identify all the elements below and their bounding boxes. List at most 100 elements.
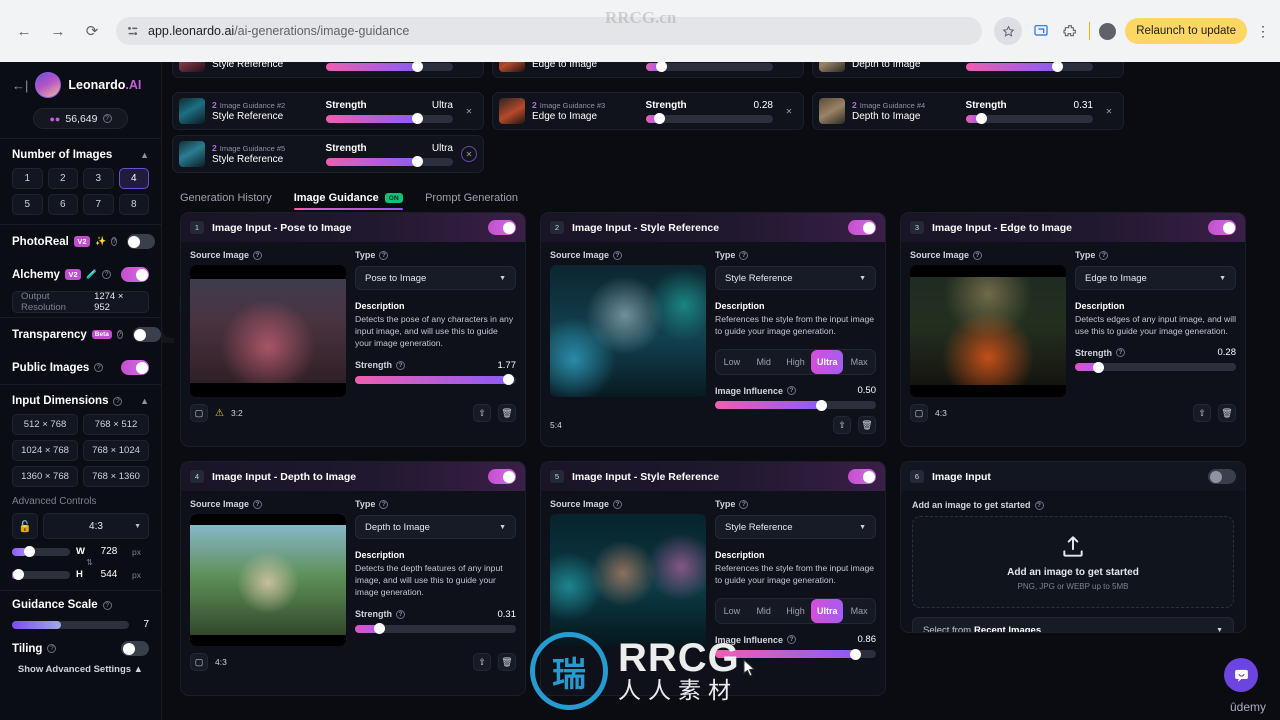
- help-circle-icon[interactable]: ?: [396, 360, 405, 370]
- upload-icon[interactable]: ⇧: [1193, 404, 1211, 422]
- avatar[interactable]: [1099, 22, 1117, 40]
- segment-ultra[interactable]: Ultra: [811, 599, 844, 624]
- card-enable-toggle[interactable]: [848, 469, 876, 484]
- reload-icon[interactable]: ⟳: [78, 17, 106, 45]
- help-circle-icon[interactable]: ?: [787, 386, 797, 396]
- upload-dropzone[interactable]: Add an image to get started PNG, JPG or …: [912, 516, 1234, 608]
- dim-preset-768x1360[interactable]: 768 × 1360: [83, 466, 149, 487]
- alchemy-toggle[interactable]: [121, 267, 149, 282]
- photoreal-toggle[interactable]: [126, 234, 155, 249]
- help-circle-icon[interactable]: ?: [1099, 250, 1109, 260]
- help-circle-icon[interactable]: ?: [102, 114, 112, 123]
- type-select[interactable]: Pose to Image ▼: [355, 266, 516, 290]
- address-bar[interactable]: app.leonardo.ai/ai-generations/image-gui…: [116, 17, 983, 45]
- number-of-images-header[interactable]: Number of Images ▲: [12, 139, 149, 168]
- tab-prompt-generation[interactable]: Prompt Generation: [425, 192, 518, 210]
- segment-mid[interactable]: Mid: [748, 599, 780, 623]
- close-icon[interactable]: ✕: [781, 103, 797, 119]
- close-icon[interactable]: ✕: [1101, 103, 1117, 119]
- relaunch-to-update-button[interactable]: Relaunch to update: [1125, 18, 1247, 44]
- width-slider[interactable]: [12, 546, 70, 557]
- height-value[interactable]: 544: [92, 569, 126, 580]
- source-image-thumbnail[interactable]: [550, 514, 706, 646]
- help-circle-icon[interactable]: ?: [253, 250, 263, 260]
- back-arrow-icon[interactable]: ←: [10, 17, 38, 45]
- help-circle-icon[interactable]: ?: [116, 330, 123, 339]
- width-value[interactable]: 728: [92, 546, 126, 557]
- tab-generation-history[interactable]: Generation History: [180, 192, 272, 210]
- num-images-8[interactable]: 8: [118, 194, 149, 215]
- guidance-chip-5[interactable]: 2 Image Guidance #5 Style Reference Stren…: [172, 135, 484, 173]
- chevron-up-icon[interactable]: ▲: [140, 150, 149, 160]
- credits-chip[interactable]: ●● 56,649 ?: [33, 108, 128, 129]
- strength-slider[interactable]: [1075, 361, 1236, 373]
- num-images-7[interactable]: 7: [83, 194, 114, 215]
- swap-dimensions-icon[interactable]: ⇅: [30, 558, 149, 567]
- image-influence-slider[interactable]: [715, 399, 876, 411]
- guidance-chip-4[interactable]: 2 Image Guidance #4 Depth to Image Streng…: [812, 92, 1124, 130]
- help-circle-icon[interactable]: ?: [973, 250, 983, 260]
- show-advanced-settings-button[interactable]: Show Advanced Settings ▲: [12, 656, 149, 675]
- strength-slider[interactable]: [645, 113, 773, 124]
- tiling-toggle[interactable]: [121, 641, 149, 656]
- help-circle-icon[interactable]: ?: [379, 499, 389, 509]
- num-images-4[interactable]: 4: [118, 168, 149, 189]
- cast-icon[interactable]: [1031, 21, 1051, 41]
- strength-slider[interactable]: [355, 623, 516, 635]
- tab-image-guidance[interactable]: Image Guidance ON: [293, 192, 404, 210]
- help-circle-icon[interactable]: ?: [379, 250, 389, 260]
- trash-icon[interactable]: 🗑: [498, 653, 516, 671]
- segment-max[interactable]: Max: [843, 350, 875, 374]
- source-image-thumbnail[interactable]: [190, 514, 346, 646]
- strength-slider[interactable]: [965, 113, 1093, 124]
- guidance-chip-partial-a[interactable]: 2Image Guidance #0Style Reference Streng…: [172, 62, 484, 78]
- unlock-icon[interactable]: 🔓: [12, 513, 38, 539]
- type-select[interactable]: Style Reference ▼: [715, 515, 876, 539]
- help-circle-icon[interactable]: ?: [396, 609, 405, 619]
- trash-icon[interactable]: 🗑: [1218, 404, 1236, 422]
- guidance-chip-3[interactable]: 2 Image Guidance #3 Edge to Image Strengt…: [492, 92, 804, 130]
- type-select[interactable]: Style Reference ▼: [715, 266, 876, 290]
- type-select[interactable]: Depth to Image ▼: [355, 515, 516, 539]
- segment-low[interactable]: Low: [716, 350, 748, 374]
- card-enable-toggle[interactable]: [488, 469, 516, 484]
- brand-avatar[interactable]: [35, 72, 62, 98]
- dim-preset-1024x768[interactable]: 1024 × 768: [12, 440, 78, 461]
- segment-low[interactable]: Low: [716, 599, 748, 623]
- card-enable-toggle[interactable]: [488, 220, 516, 235]
- help-circle-icon[interactable]: ?: [1034, 500, 1044, 510]
- recent-images-select[interactable]: Select from Recent Images ▼: [912, 617, 1234, 632]
- help-circle-icon[interactable]: ?: [102, 600, 112, 610]
- aspect-ratio-select[interactable]: 4:3 ▼: [43, 513, 149, 539]
- height-slider[interactable]: [12, 569, 70, 580]
- source-image-thumbnail[interactable]: [910, 265, 1066, 397]
- help-circle-icon[interactable]: ?: [739, 499, 749, 509]
- crop-edit-icon[interactable]: ▢: [190, 653, 208, 671]
- help-circle-icon[interactable]: ?: [613, 250, 623, 260]
- collapse-panel-icon[interactable]: ←|: [12, 78, 28, 93]
- segment-ultra[interactable]: Ultra: [811, 350, 844, 375]
- crop-edit-icon[interactable]: ▢: [190, 404, 208, 422]
- public-images-toggle[interactable]: [121, 360, 149, 375]
- kebab-menu-icon[interactable]: ⋮: [1256, 23, 1270, 40]
- help-circle-icon[interactable]: ?: [94, 363, 104, 372]
- card-enable-toggle[interactable]: [848, 220, 876, 235]
- help-circle-icon[interactable]: ?: [1116, 348, 1125, 358]
- guidance-chip-partial-b[interactable]: 2Image Guidance #1Edge to Image Strength…: [492, 62, 804, 78]
- num-images-1[interactable]: 1: [12, 168, 43, 189]
- num-images-3[interactable]: 3: [83, 168, 114, 189]
- site-settings-icon[interactable]: [126, 24, 140, 38]
- close-icon[interactable]: ✕: [461, 103, 477, 119]
- dim-preset-768x512[interactable]: 768 × 512: [83, 414, 149, 435]
- help-circle-icon[interactable]: ?: [113, 396, 123, 406]
- upload-icon[interactable]: ⇧: [833, 416, 851, 435]
- guidance-scale-slider[interactable]: [12, 620, 129, 629]
- input-dimensions-header[interactable]: Input Dimensions ? ▲: [12, 385, 149, 414]
- close-icon[interactable]: ✕: [461, 146, 477, 162]
- segment-high[interactable]: High: [780, 599, 812, 623]
- card-enable-toggle[interactable]: [1208, 469, 1236, 484]
- trash-icon[interactable]: 🗑: [858, 416, 876, 435]
- type-select[interactable]: Edge to Image ▼: [1075, 266, 1236, 290]
- help-circle-icon[interactable]: ?: [787, 635, 797, 645]
- dim-preset-1360x768[interactable]: 1360 × 768: [12, 466, 78, 487]
